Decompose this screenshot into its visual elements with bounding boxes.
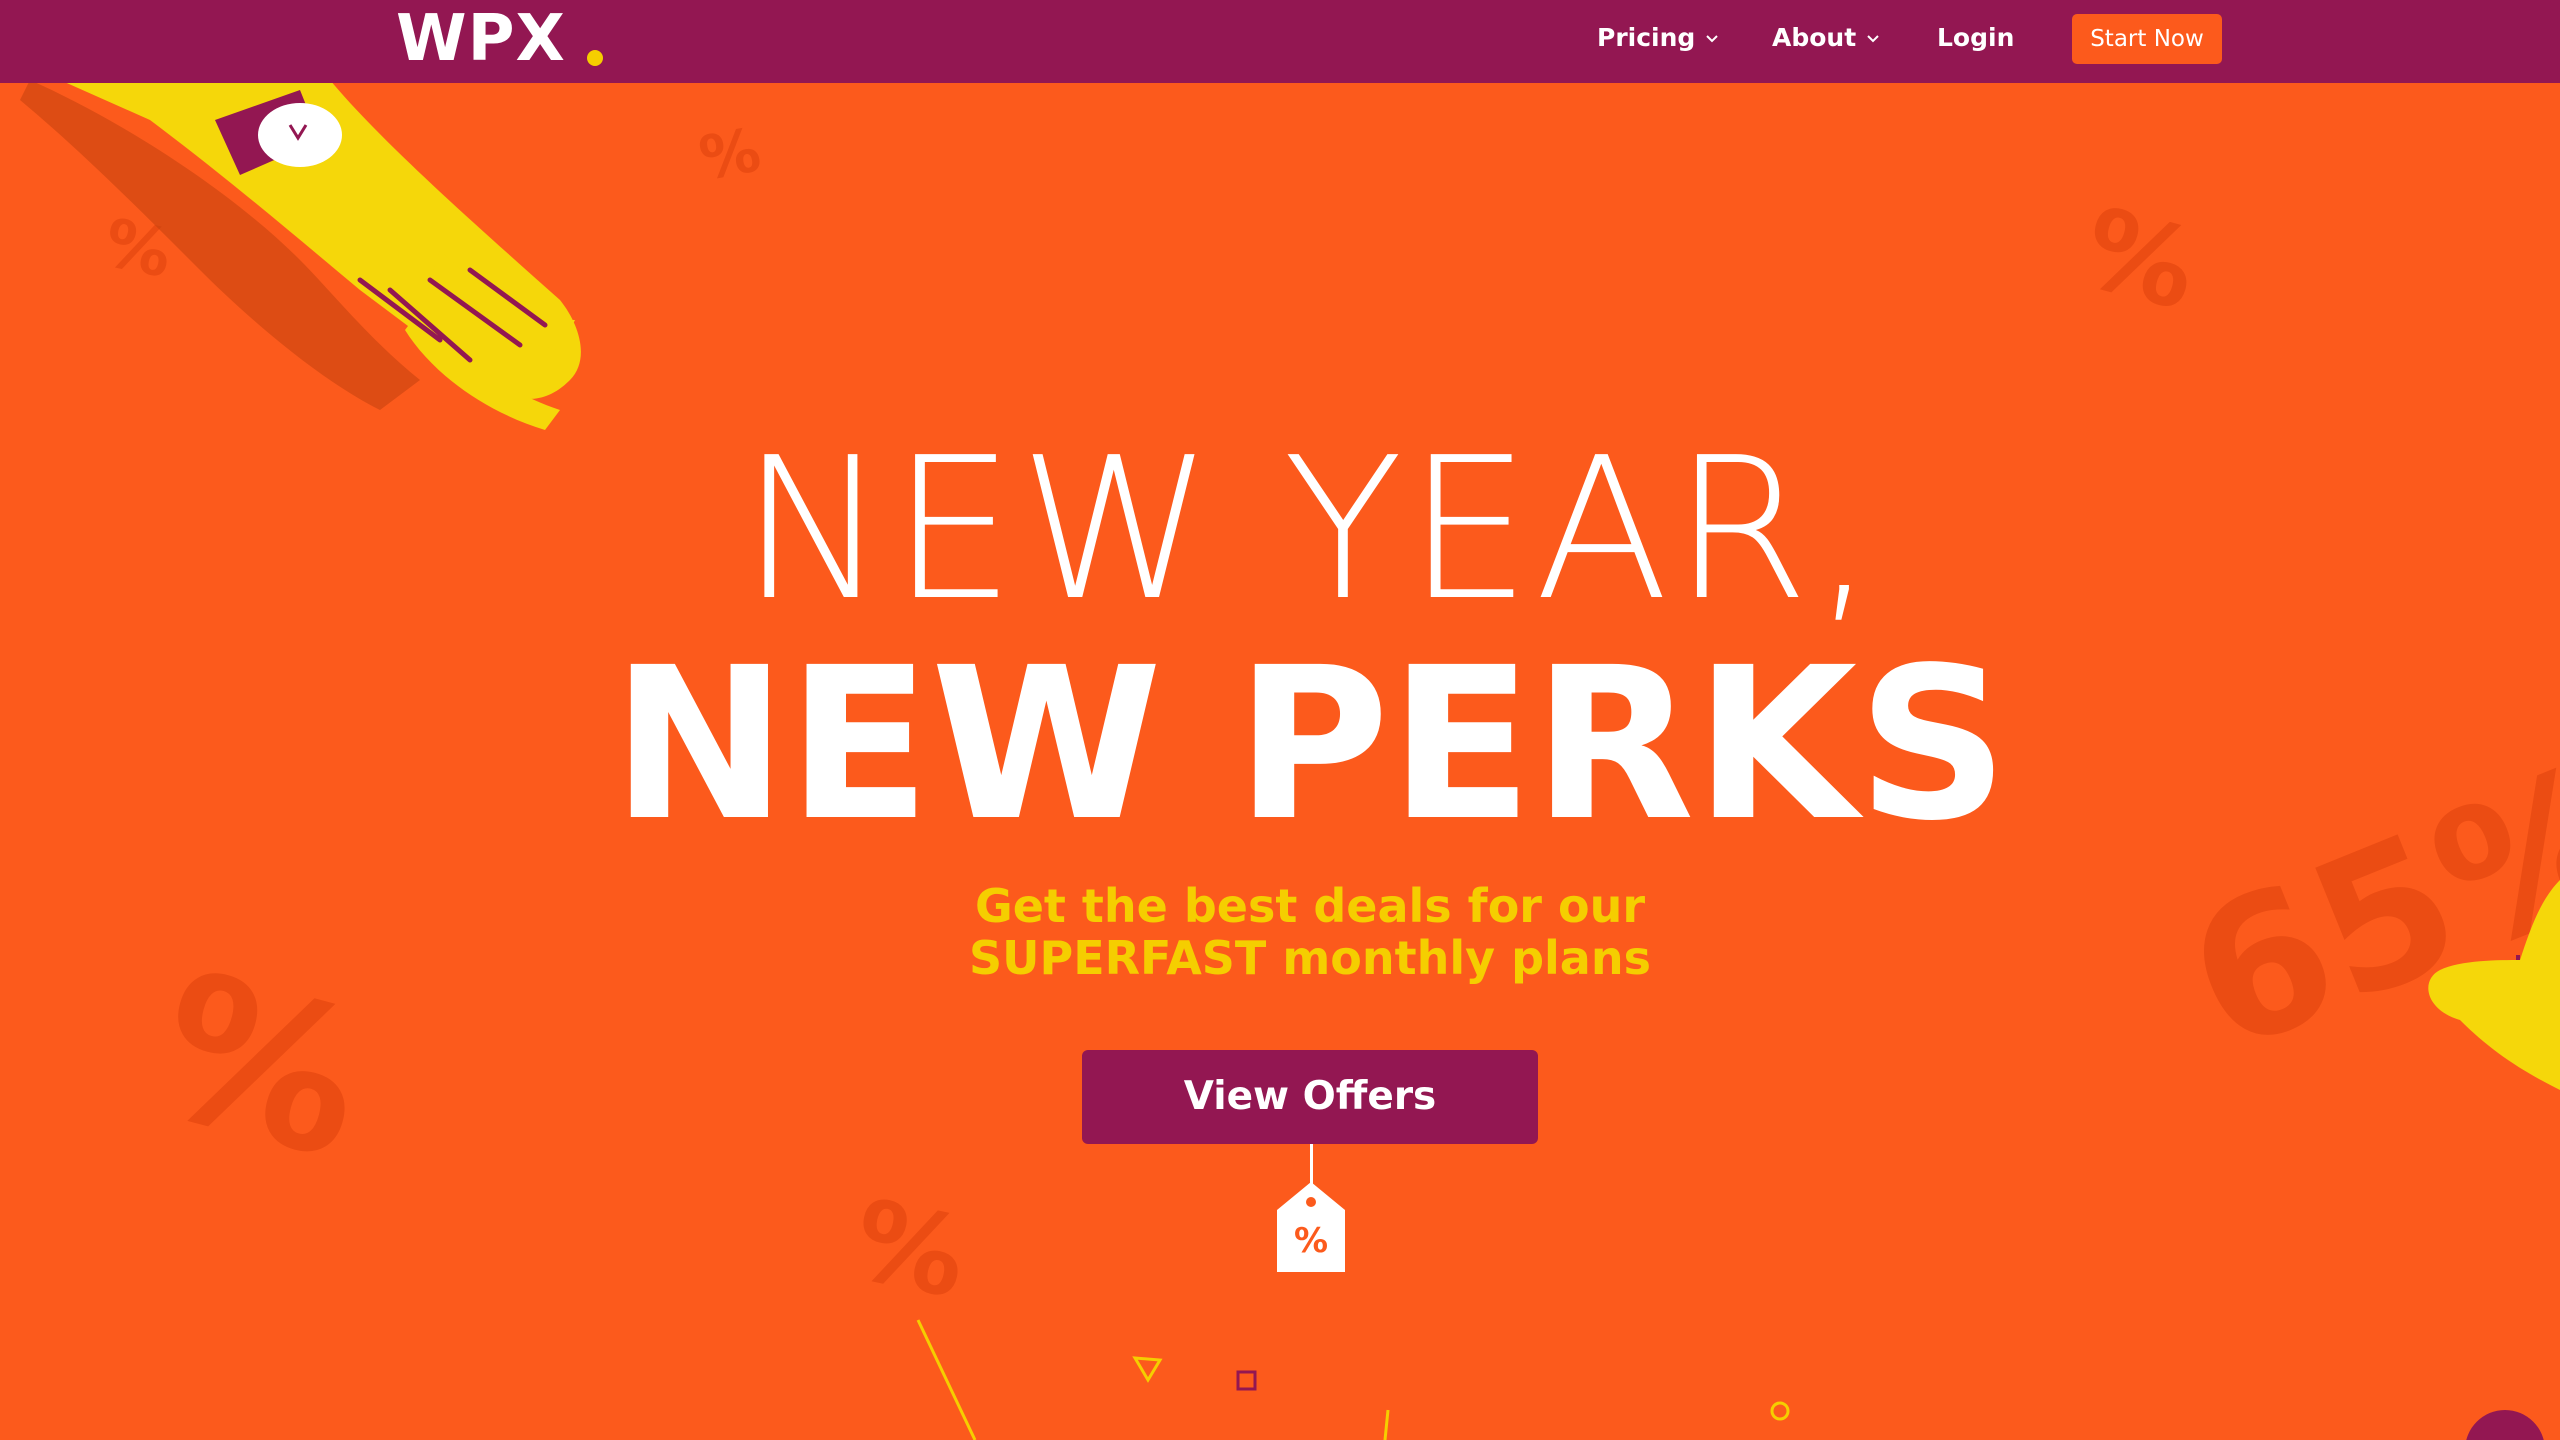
view-offers-button[interactable]: View Offers xyxy=(1082,1050,1538,1144)
hero-subtitle: Get the best deals for our SUPERFAST mon… xyxy=(0,880,2560,984)
logo-dot-icon xyxy=(587,50,603,66)
wpx-logo[interactable]: WPX xyxy=(396,6,566,72)
percent-decor: % xyxy=(694,115,766,195)
nav-item-label: Pricing xyxy=(1597,23,1696,52)
start-now-button[interactable]: Start Now xyxy=(2072,14,2222,64)
nav-item-login[interactable]: Login xyxy=(1937,0,2014,76)
percent-decor: % xyxy=(2070,182,2210,336)
price-tag-icon: % xyxy=(1277,1182,1345,1272)
nav-item-label: About xyxy=(1772,23,1857,52)
chevron-down-icon xyxy=(1706,35,1719,43)
hero-subtitle-line2: SUPERFAST monthly plans xyxy=(969,931,1651,985)
nav-item-pricing[interactable]: Pricing xyxy=(1597,0,1719,76)
hand-illustration xyxy=(20,80,581,430)
nav-item-label: Login xyxy=(1937,23,2015,52)
top-navbar: WPX Pricing About Login Start Now xyxy=(0,0,2560,83)
hero-title-line1: NEW YEAR, xyxy=(740,416,1880,644)
hero-title-line2: NEW PERKS xyxy=(611,622,2009,867)
tag-percent-label: % xyxy=(1294,1221,1328,1261)
chevron-down-icon xyxy=(1867,35,1879,43)
confetti-decor xyxy=(916,1319,2544,1440)
nav-item-about[interactable]: About xyxy=(1772,0,1880,76)
hero-subtitle-line1: Get the best deals for our xyxy=(974,879,1646,933)
